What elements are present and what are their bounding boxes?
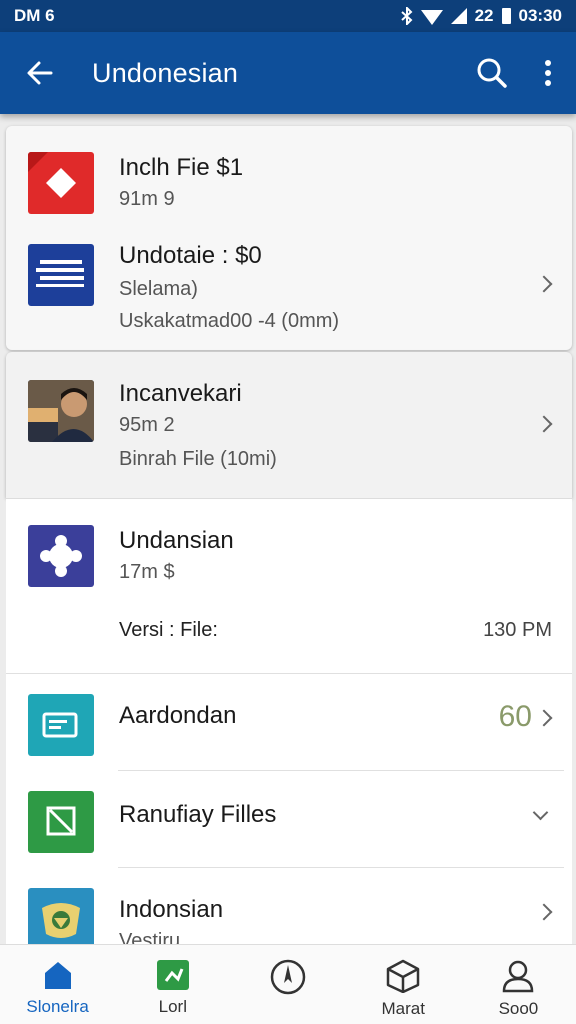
nav-label: Lorl — [158, 997, 187, 1016]
tag-icon — [156, 960, 189, 990]
item-value: 60 — [498, 700, 532, 733]
page-title: Undonesian — [92, 57, 239, 88]
compass-icon — [270, 959, 306, 995]
list-item[interactable]: Ranufiay Filles — [6, 771, 572, 867]
content-area: Inclh Fie $1 91m 9 Undotaie : $0 Slelama… — [0, 114, 576, 944]
card-files: Inclh Fie $1 91m 9 Undotaie : $0 Slelama… — [6, 126, 572, 350]
arrow-left-icon — [27, 61, 53, 85]
list-item[interactable]: Indonsian Vestiru — [6, 868, 572, 944]
status-bar: DM 6 22 03:30 — [0, 0, 576, 32]
bluetooth-icon — [400, 7, 413, 25]
list-item[interactable]: Incanvekari 95m 2 Binrah File (10mi) — [6, 352, 572, 498]
item-detail-label: Versi : File: — [119, 619, 218, 641]
status-left-text: DM 6 — [14, 6, 55, 25]
nav-label: Slonelra — [26, 997, 89, 1016]
list-sheet: Undansian 17m $ Versi : File: 130 PM Aar… — [6, 498, 572, 944]
list-item[interactable]: Inclh Fie $1 91m 9 — [6, 126, 572, 226]
box-icon — [386, 959, 420, 993]
battery-icon — [501, 8, 511, 24]
person-photo-icon — [28, 380, 94, 442]
person-icon — [503, 960, 534, 993]
status-time: 03:30 — [518, 6, 562, 25]
bottom-navigation: Slonelra Lorl Marat Soo0 — [0, 944, 576, 1024]
item-title: Ranufiay Filles — [119, 801, 277, 828]
item-subtitle: 95m 2 — [119, 414, 175, 436]
status-number: 22 — [474, 6, 494, 25]
back-button[interactable] — [0, 32, 80, 114]
item-title: Undansian — [119, 527, 234, 554]
item-subtitle: 91m 9 — [119, 188, 175, 210]
nav-home[interactable]: Slonelra — [0, 945, 115, 1024]
item-detail: Uskakatmad00 -4 (0mm) — [119, 310, 340, 332]
more-vert-icon — [545, 60, 551, 86]
chevron-right-icon — [535, 275, 553, 293]
item-title: Aardondan — [119, 702, 237, 729]
nav-label: Marat — [381, 999, 425, 1018]
nav-compass[interactable] — [230, 945, 345, 1024]
nav-box[interactable]: Marat — [346, 945, 461, 1024]
red-diamond-icon — [28, 152, 94, 214]
item-subtitle: 17m $ — [119, 561, 175, 583]
search-button[interactable] — [464, 32, 520, 114]
card-profile: Incanvekari 95m 2 Binrah File (10mi) — [6, 352, 572, 498]
card-icon — [28, 694, 94, 756]
item-title: Incanvekari — [119, 380, 242, 407]
item-title: Indonsian — [119, 896, 224, 923]
home-icon — [44, 962, 71, 989]
wifi-icon — [420, 10, 443, 25]
square-slash-icon — [28, 791, 94, 853]
item-title: Inclh Fie $1 — [119, 154, 244, 181]
chevron-down-icon — [532, 804, 549, 821]
item-subtitle: Vestiru — [119, 930, 181, 944]
chevron-right-icon — [535, 709, 553, 727]
item-detail: Binrah File (10mi) — [119, 448, 277, 470]
item-subtitle: Slelama) — [119, 278, 198, 300]
puzzle-icon — [28, 525, 94, 587]
list-item[interactable]: Undotaie : $0 Slelama) Uskakatmad00 -4 (… — [6, 226, 572, 350]
emblem-icon — [28, 888, 94, 944]
status-icons: 22 03:30 — [400, 6, 562, 26]
app-bar: Undonesian — [0, 32, 576, 114]
item-title: Undotaie : $0 — [119, 242, 262, 269]
chevron-right-icon — [535, 903, 553, 921]
search-icon — [477, 58, 507, 88]
item-detail-value: 130 PM — [483, 619, 552, 641]
nav-tag[interactable]: Lorl — [115, 945, 230, 1024]
list-item[interactable]: Aardondan 60 — [6, 674, 572, 770]
overflow-menu-button[interactable] — [520, 32, 576, 114]
chevron-right-icon — [535, 415, 553, 433]
list-item[interactable]: Undansian 17m $ Versi : File: 130 PM — [6, 499, 572, 673]
flag-icon — [28, 244, 94, 306]
nav-profile[interactable]: Soo0 — [461, 945, 576, 1024]
nav-label: Soo0 — [498, 999, 539, 1018]
signal-icon — [450, 8, 467, 24]
